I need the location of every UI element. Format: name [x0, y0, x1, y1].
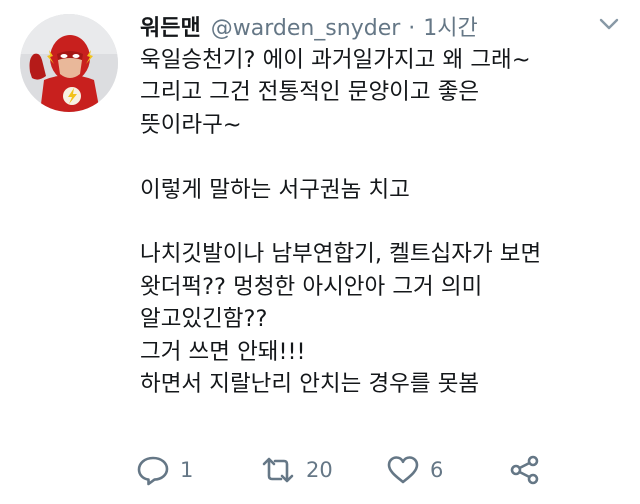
user-handle[interactable]: @warden_snyder — [211, 16, 401, 41]
tweet-actions: 1 20 6 — [136, 452, 606, 488]
chevron-down-icon[interactable] — [597, 14, 621, 34]
separator-dot: · — [408, 16, 416, 41]
like-button[interactable]: 6 — [386, 452, 443, 488]
like-count: 6 — [430, 458, 444, 482]
tweet-text: 욱일승천기? 에이 과거일가지고 왜 그래~ 그리고 그건 전통적인 문양이고 … — [140, 44, 620, 400]
reply-icon — [136, 454, 170, 486]
retweet-button[interactable]: 20 — [260, 452, 333, 488]
tweet-text-line: 그리고 그건 전통적인 문양이고 좋은 — [140, 79, 480, 106]
reply-count: 1 — [180, 458, 194, 482]
tweet-text-line: 알고있긴함?? — [140, 306, 268, 333]
tweet-text-line: 뜻이라구~ — [140, 111, 242, 138]
tweet-text-line: 왓더퍽?? 멍청한 아시안아 그거 의미 — [140, 273, 483, 300]
share-button[interactable] — [508, 452, 542, 488]
retweet-icon — [260, 454, 296, 486]
tweet: 워든맨 @warden_snyder · 1시간 욱일승천기? 에이 과거일가지… — [0, 0, 640, 504]
timestamp[interactable]: 1시간 — [423, 10, 477, 42]
tweet-text-line: 나치깃발이나 남부연합기, 켈트십자가 보면 — [140, 241, 542, 268]
tweet-text-line: 그거 쓰면 안돼!!! — [140, 338, 306, 365]
avatar[interactable] — [20, 14, 118, 112]
heart-icon — [386, 454, 420, 486]
share-icon — [508, 454, 542, 486]
flash-avatar-image — [20, 14, 118, 112]
tweet-text-line — [140, 141, 620, 173]
tweet-text-line: 욱일승천기? 에이 과거일가지고 왜 그래~ — [140, 47, 531, 73]
tweet-text-line: 이렇게 말하는 서구권놈 치고 — [140, 176, 410, 203]
tweet-text-line: 하면서 지랄난리 안치는 경우를 못봄 — [140, 370, 480, 397]
reply-button[interactable]: 1 — [136, 452, 193, 488]
retweet-count: 20 — [306, 458, 333, 482]
display-name[interactable]: 워든맨 — [140, 10, 201, 42]
tweet-text-line — [140, 206, 620, 238]
tweet-header: 워든맨 @warden_snyder · 1시간 — [140, 10, 478, 42]
